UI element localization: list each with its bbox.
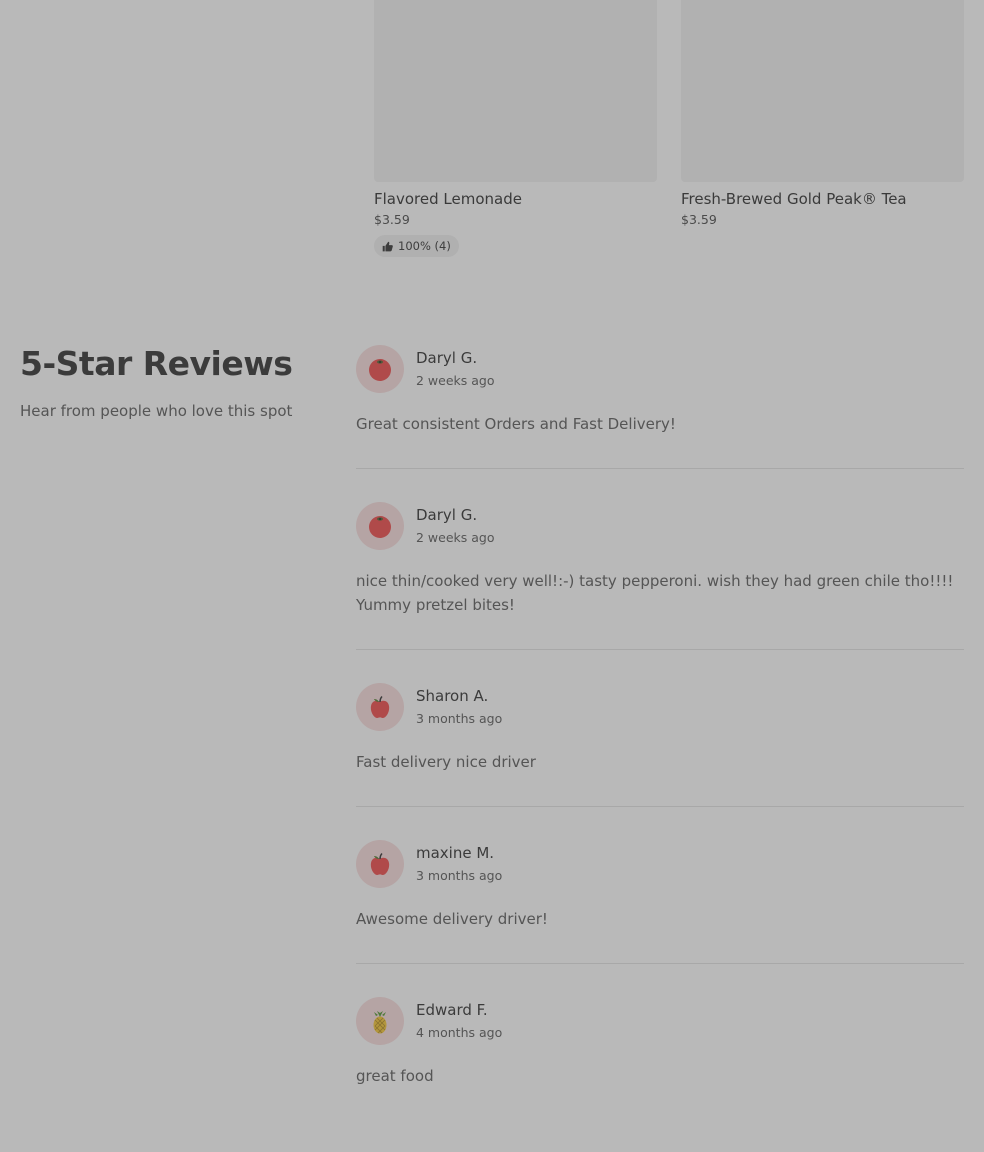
review-item: Daryl G. 2 weeks ago nice thin/cooked ve… [356, 501, 964, 650]
avatar [356, 682, 404, 731]
review-text: Fast delivery nice driver [356, 753, 536, 771]
review-author: Daryl G. [416, 348, 478, 367]
review-text: Awesome delivery driver! [356, 910, 548, 928]
product-name: Fresh-Brewed Gold Peak® Tea [681, 190, 907, 208]
review-item: maxine M. 3 months ago Awesome delivery … [356, 839, 964, 964]
review-item: Sharon A. 3 months ago Fast delivery nic… [356, 682, 964, 807]
tomato-icon [369, 358, 391, 381]
tomato-icon [369, 515, 391, 538]
review-item: Daryl G. 2 weeks ago Great consistent Or… [356, 344, 964, 469]
section-subtitle: Hear from people who love this spot [20, 402, 293, 420]
review-text: great food [356, 1067, 434, 1085]
pineapple-icon [373, 1010, 387, 1033]
review-item: Edward F. 4 months ago great food [356, 996, 964, 1120]
review-date: 2 weeks ago [416, 529, 495, 545]
review-author: maxine M. [416, 843, 495, 862]
review-date: 2 weeks ago [416, 372, 495, 388]
rating-text: 100% (4) [398, 239, 451, 253]
product-price: $3.59 [374, 212, 410, 227]
avatar [356, 839, 404, 888]
avatar [356, 344, 404, 393]
avatar [356, 501, 404, 550]
product-image[interactable] [374, 0, 657, 182]
review-text: nice thin/cooked very well!:-) tasty pep… [356, 572, 954, 614]
product-price: $3.59 [681, 212, 717, 227]
review-date: 4 months ago [416, 1024, 503, 1040]
avatar [356, 996, 404, 1045]
review-date: 3 months ago [416, 710, 503, 726]
product-card[interactable]: Fresh-Brewed Gold Peak® Tea $3.59 [681, 0, 964, 229]
thumbs-up-icon [382, 241, 393, 251]
review-text: Great consistent Orders and Fast Deliver… [356, 415, 676, 433]
product-name: Flavored Lemonade [374, 190, 522, 208]
section-title: 5-Star Reviews [20, 344, 293, 383]
product-image[interactable] [681, 0, 964, 182]
apple-icon [370, 852, 390, 875]
reviews-list: Daryl G. 2 weeks ago Great consistent Or… [356, 344, 964, 1152]
apple-icon [370, 695, 390, 718]
review-author: Edward F. [416, 1000, 488, 1019]
rating-badge: 100% (4) [374, 235, 459, 257]
review-date: 3 months ago [416, 867, 503, 883]
review-author: Sharon A. [416, 686, 489, 705]
review-author: Daryl G. [416, 505, 478, 524]
product-card[interactable]: Flavored Lemonade $3.59 100% (4) [374, 0, 657, 257]
